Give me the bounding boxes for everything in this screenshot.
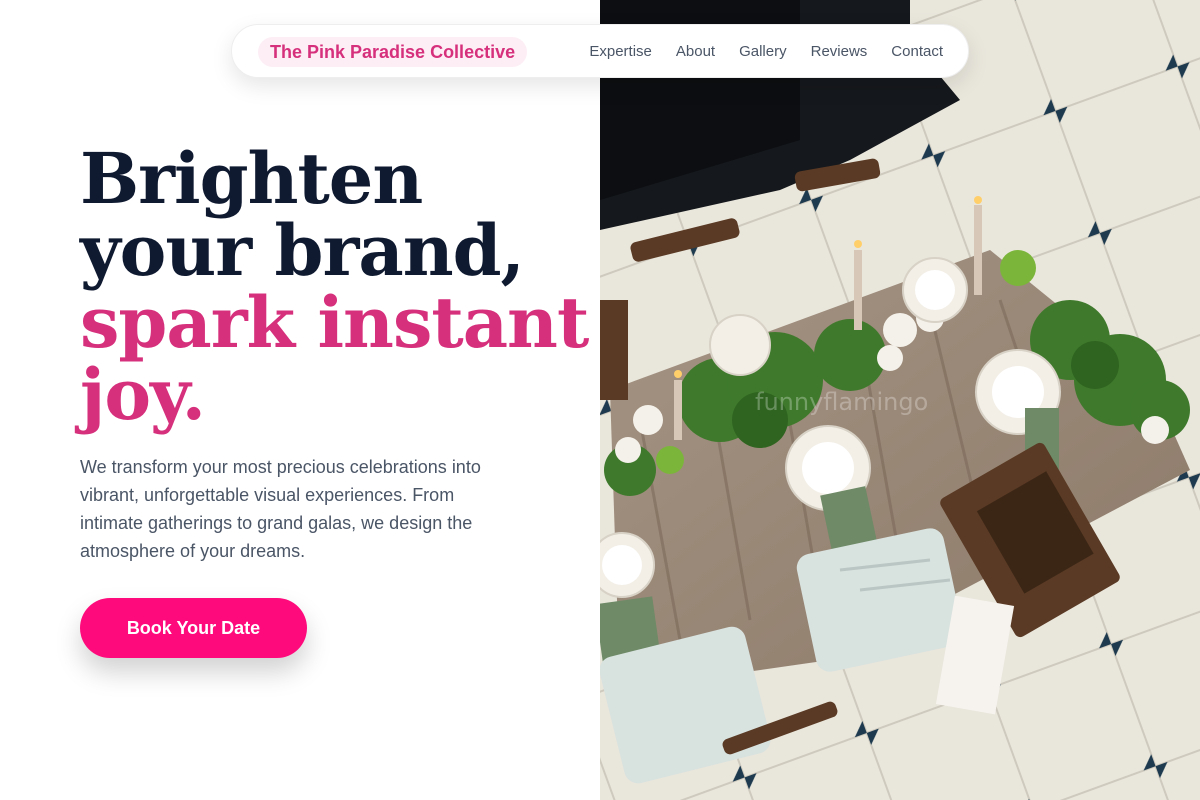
nav-links: Expertise About Gallery Reviews Contact: [589, 25, 943, 79]
hero-description: We transform your most precious celebrat…: [80, 457, 481, 561]
hero-section: Brighten your brand, spark instant joy. …: [0, 0, 600, 800]
nav-link-gallery[interactable]: Gallery: [739, 43, 787, 60]
book-your-date-button[interactable]: Book Your Date: [80, 598, 307, 658]
hero-accent-line-2: joy.: [80, 353, 206, 436]
hero-photo: funnyflamingo: [600, 0, 1200, 800]
hero-title-line-1: Brighten: [80, 137, 423, 220]
nav-link-contact[interactable]: Contact: [891, 43, 943, 60]
main-nav: The Pink Paradise Collective Expertise A…: [231, 24, 969, 78]
hero-accent-line-1: spark instant: [80, 281, 589, 364]
nav-link-reviews[interactable]: Reviews: [811, 43, 868, 60]
nav-link-expertise[interactable]: Expertise: [589, 43, 652, 60]
hero-title: Brighten your brand, spark instant joy.: [80, 137, 589, 436]
nav-link-about[interactable]: About: [676, 43, 715, 60]
hero-title-line-2: your brand,: [80, 209, 525, 292]
brand-logo[interactable]: The Pink Paradise Collective: [258, 37, 528, 67]
photo-watermark: funnyflamingo: [755, 388, 928, 416]
